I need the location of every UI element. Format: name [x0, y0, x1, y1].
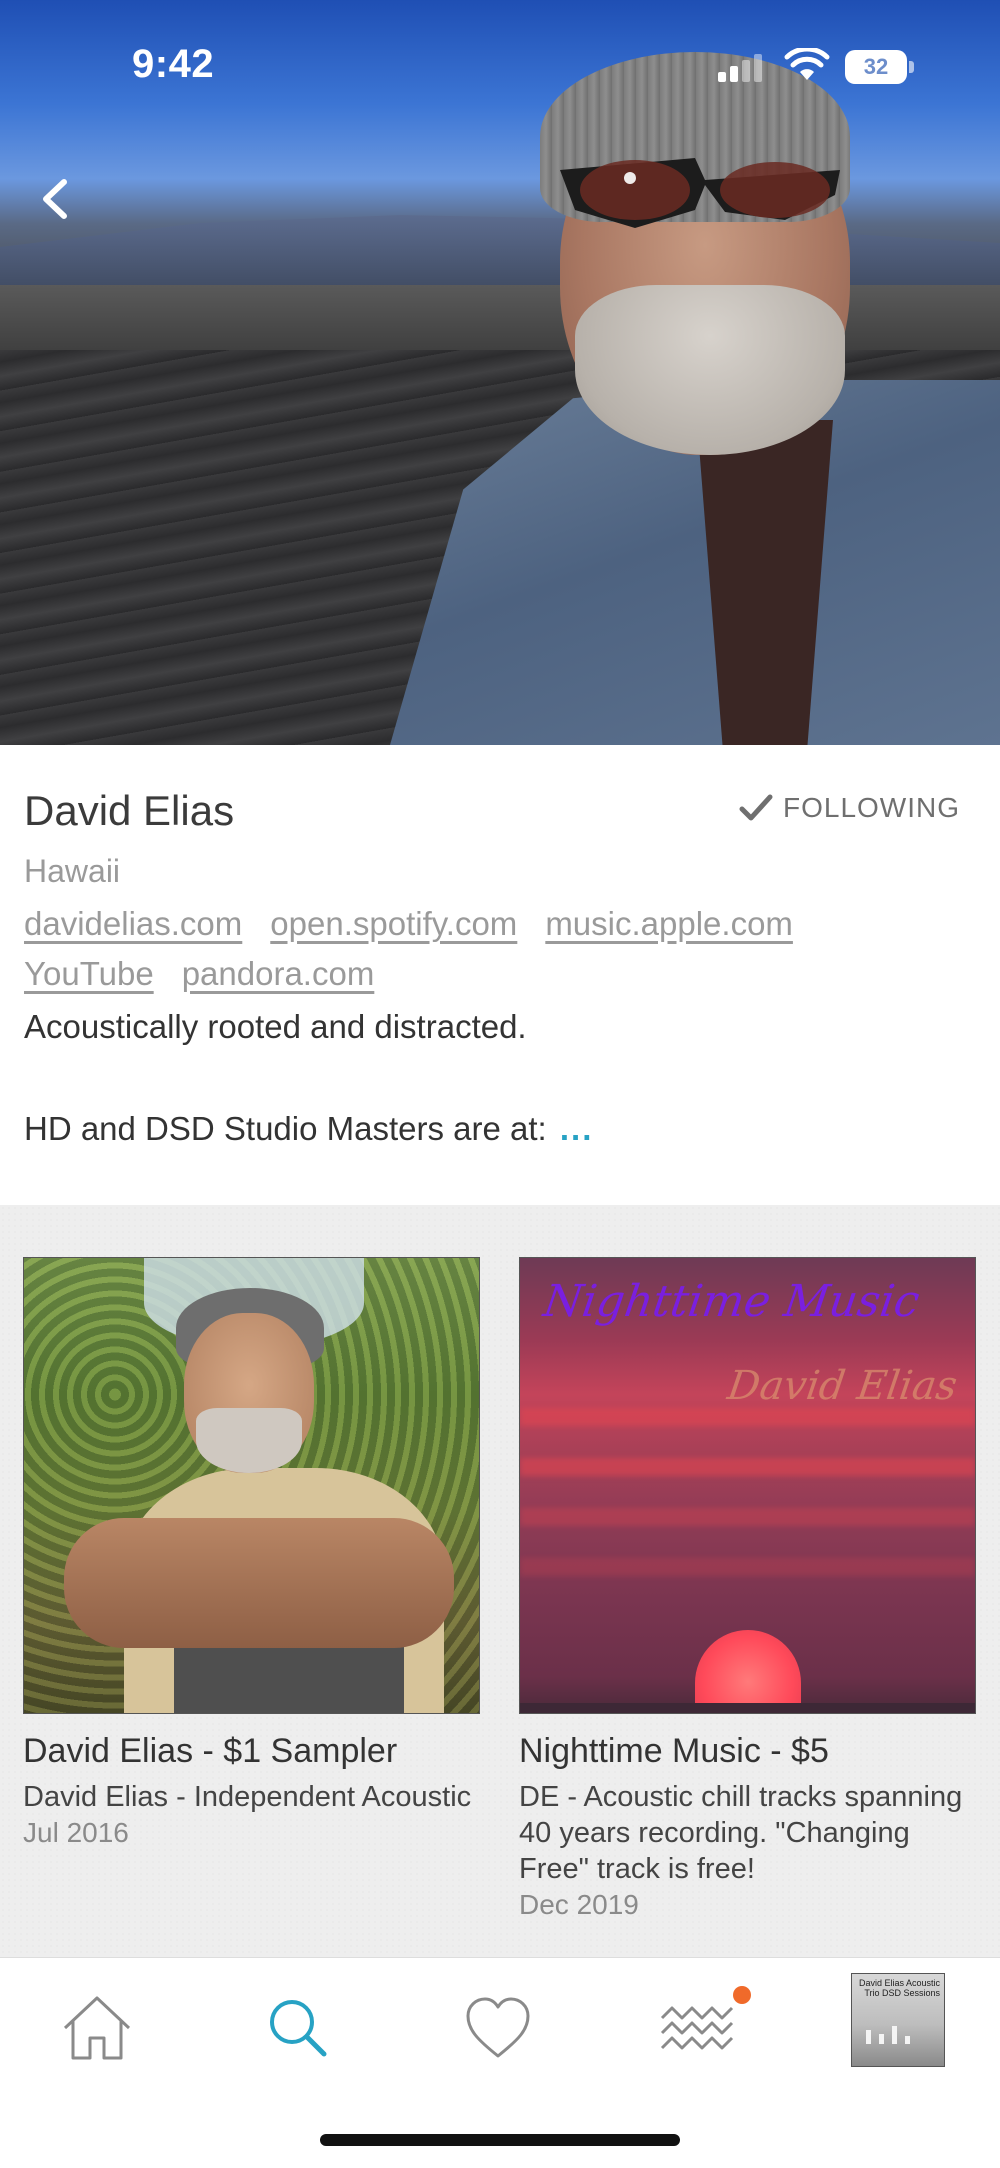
- sunglasses: [560, 158, 840, 228]
- beard: [575, 285, 845, 455]
- tab-home[interactable]: [57, 1988, 137, 2068]
- release-card[interactable]: Nighttime Music David Elias Nighttime Mu…: [519, 1257, 976, 1921]
- release-title[interactable]: David Elias - $1 Sampler: [23, 1732, 480, 1771]
- album-cover-nighttime-music[interactable]: Nighttime Music David Elias: [519, 1257, 976, 1714]
- artist-location: Hawaii: [24, 853, 121, 889]
- tab-favorites[interactable]: [458, 1988, 538, 2068]
- artist-profile: David Elias FOLLOWING Hawaii davidelias.…: [0, 745, 1000, 1205]
- artist-name: David Elias: [24, 787, 235, 834]
- home-icon: [63, 1996, 131, 2060]
- more-button[interactable]: ...: [560, 1110, 594, 1147]
- link-apple-music[interactable]: music.apple.com: [545, 905, 793, 943]
- release-title[interactable]: Nighttime Music - $5: [519, 1732, 976, 1771]
- cover-artist-text: David Elias: [724, 1363, 961, 1409]
- tab-feed[interactable]: [658, 1988, 738, 2068]
- link-davidelias[interactable]: davidelias.com: [24, 905, 242, 943]
- links-row-2: YouTube pandora.com: [24, 955, 374, 993]
- bio-line-2-text: HD and DSD Studio Masters are at:: [24, 1110, 547, 1147]
- album-cover-sampler[interactable]: [23, 1257, 480, 1714]
- releases-grid: David Elias - $1 Sampler David Elias - I…: [0, 1205, 1000, 1957]
- battery-level: 32: [863, 54, 889, 79]
- heart-icon: [466, 1997, 530, 2058]
- crater-cliff: [0, 285, 1000, 355]
- links-row-1: davidelias.com open.spotify.com music.ap…: [24, 905, 793, 943]
- cover-graphic: [866, 2018, 926, 2044]
- battery-indicator: 32: [845, 50, 915, 84]
- home-indicator: [320, 2134, 680, 2146]
- link-pandora[interactable]: pandora.com: [182, 955, 375, 993]
- checkmark-icon: [739, 794, 773, 821]
- status-time: 9:42: [132, 42, 215, 86]
- bio-line-1: Acoustically rooted and distracted.: [24, 1008, 527, 1045]
- following-label: FOLLOWING: [782, 792, 960, 823]
- now-playing-cover[interactable]: David Elias Acoustic Trio DSD Sessions: [851, 1973, 945, 2067]
- status-bar: 9:42 32: [0, 0, 1000, 130]
- following-button[interactable]: FOLLOWING: [739, 785, 960, 831]
- bio-line-2: HD and DSD Studio Masters are at: ...: [24, 1110, 593, 1148]
- mountain-backdrop: [0, 215, 1000, 295]
- cover-title-text: Nighttime Music: [540, 1276, 923, 1327]
- tab-search[interactable]: [258, 1988, 338, 2068]
- release-description: DE - Acoustic chill tracks spanning 40 y…: [519, 1781, 963, 1885]
- release-card[interactable]: David Elias - $1 Sampler David Elias - I…: [23, 1257, 480, 1849]
- search-icon: [270, 2000, 327, 2057]
- now-playing-cover-text: David Elias Acoustic Trio DSD Sessions: [858, 1978, 940, 1998]
- notification-dot: [733, 1986, 751, 2004]
- cellular-signal-icon: [718, 54, 762, 82]
- release-date: Jul 2016: [23, 1817, 129, 1848]
- wifi-icon: [784, 48, 830, 80]
- link-spotify[interactable]: open.spotify.com: [270, 905, 517, 943]
- feed-icon: [660, 2006, 734, 2050]
- release-date: Dec 2019: [519, 1889, 639, 1920]
- back-chevron-icon[interactable]: [38, 178, 74, 220]
- link-youtube[interactable]: YouTube: [24, 955, 154, 993]
- release-description: David Elias - Independent Acoustic: [23, 1781, 472, 1813]
